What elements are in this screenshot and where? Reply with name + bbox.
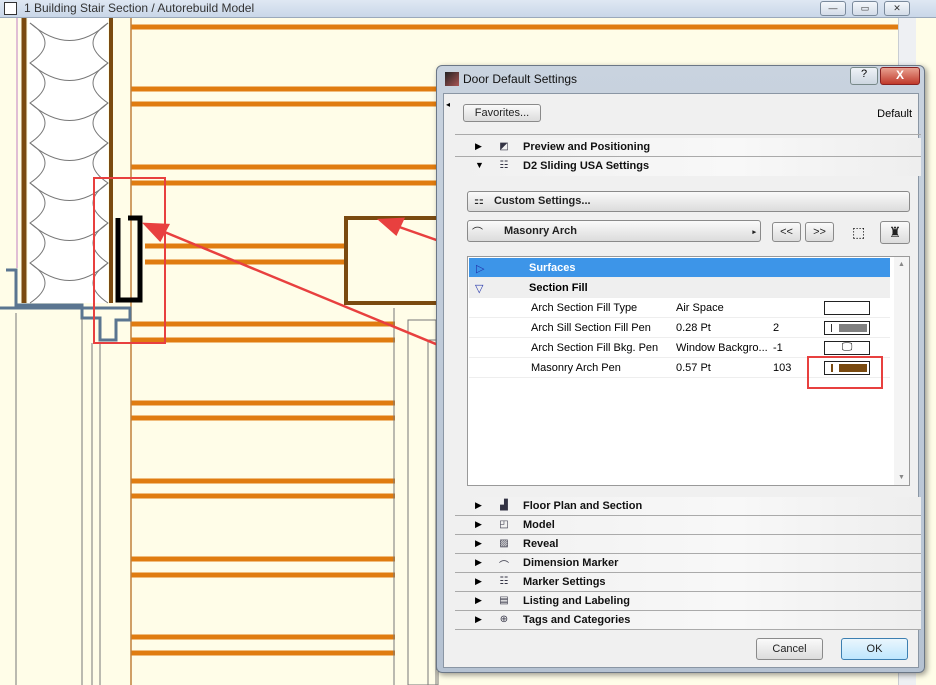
settings-list-icon: ☷ xyxy=(499,160,509,171)
param-row[interactable]: Arch Section Fill Bkg. Pen Window Backgro… xyxy=(469,338,890,358)
tags-icon: ⊕ xyxy=(499,614,509,625)
reveal-icon: ▨ xyxy=(499,538,509,549)
section-tags-and-categories[interactable]: ▶ ⊕ Tags and Categories xyxy=(455,611,921,630)
cancel-button[interactable]: Cancel xyxy=(756,638,823,660)
window-titlebar: 1 Building Stair Section / Autorebuild M… xyxy=(0,0,936,18)
close-window-button[interactable]: ✕ xyxy=(884,1,910,16)
custom-settings-icon: ⚏ xyxy=(474,195,484,207)
section-floor-plan-and-section[interactable]: ▶ ▟ Floor Plan and Section xyxy=(455,497,921,516)
section-model[interactable]: ▶ ◰ Model xyxy=(455,516,921,535)
masonry-arch-icon: ⌒ xyxy=(472,227,483,239)
tree-group-surfaces[interactable]: ▷ Surfaces xyxy=(469,258,890,278)
param-row[interactable]: Arch Section Fill Type Air Space xyxy=(469,298,890,318)
model-icon: ◰ xyxy=(499,519,509,530)
floor-plan-icon: ▟ xyxy=(500,500,508,511)
archicad-icon xyxy=(445,72,459,86)
window-title: 1 Building Stair Section / Autorebuild M… xyxy=(24,1,255,15)
section-dimension-marker[interactable]: ▶ ⌒ Dimension Marker xyxy=(455,554,921,573)
previous-page-button[interactable]: << xyxy=(772,222,801,242)
section-preview-and-positioning[interactable]: ▶ ◩ Preview and Positioning xyxy=(455,138,921,157)
collapse-panel-icon[interactable]: ◂ xyxy=(446,100,450,109)
marker-icon: ☷ xyxy=(499,576,509,587)
close-dialog-button[interactable]: X xyxy=(880,67,920,85)
ok-button[interactable]: OK xyxy=(841,638,908,660)
page-select-dropdown[interactable]: ⌒ Masonry Arch ▸ xyxy=(467,220,761,242)
listing-icon: ▤ xyxy=(499,595,509,606)
section-listing-and-labeling[interactable]: ▶ ▤ Listing and Labeling xyxy=(455,592,921,611)
default-label: Default xyxy=(877,108,912,120)
section-marker-settings[interactable]: ▶ ☷ Marker Settings xyxy=(455,573,921,592)
tree-scrollbar[interactable]: ▲ ▼ xyxy=(894,257,909,485)
minimize-button[interactable]: — xyxy=(820,1,846,16)
dialog-title: Door Default Settings xyxy=(463,72,578,86)
section-view-icon xyxy=(4,2,17,15)
preview-icon: ◩ xyxy=(499,141,509,152)
section-reveal[interactable]: ▶ ▨ Reveal xyxy=(455,535,921,554)
highlight-box-pen xyxy=(807,356,883,389)
dimension-icon: ⌒ xyxy=(499,561,509,572)
resize-preview-icon[interactable]: ⬚ xyxy=(852,224,865,241)
section-d2-sliding-usa-settings[interactable]: ▼ ☷ D2 Sliding USA Settings xyxy=(455,157,921,176)
favorites-button[interactable]: Favorites... xyxy=(463,104,541,122)
monitor-icon: 🖵 xyxy=(824,341,870,355)
pen-swatch xyxy=(824,321,870,335)
next-page-button[interactable]: >> xyxy=(805,222,834,242)
pen-fill-toggle-button[interactable]: ♜ xyxy=(880,221,910,244)
custom-settings-button[interactable]: Custom Settings... ⚏ xyxy=(467,191,910,212)
tree-group-section-fill[interactable]: ▽ Section Fill xyxy=(469,278,890,298)
param-row[interactable]: Arch Sill Section Fill Pen 0.28 Pt 2 xyxy=(469,318,890,338)
restore-button[interactable]: ▭ xyxy=(852,1,878,16)
door-default-settings-dialog: Door Default Settings ? X ◂ Favorites...… xyxy=(436,65,925,673)
help-button[interactable]: ? xyxy=(850,67,878,85)
fill-type-swatch xyxy=(824,301,870,315)
